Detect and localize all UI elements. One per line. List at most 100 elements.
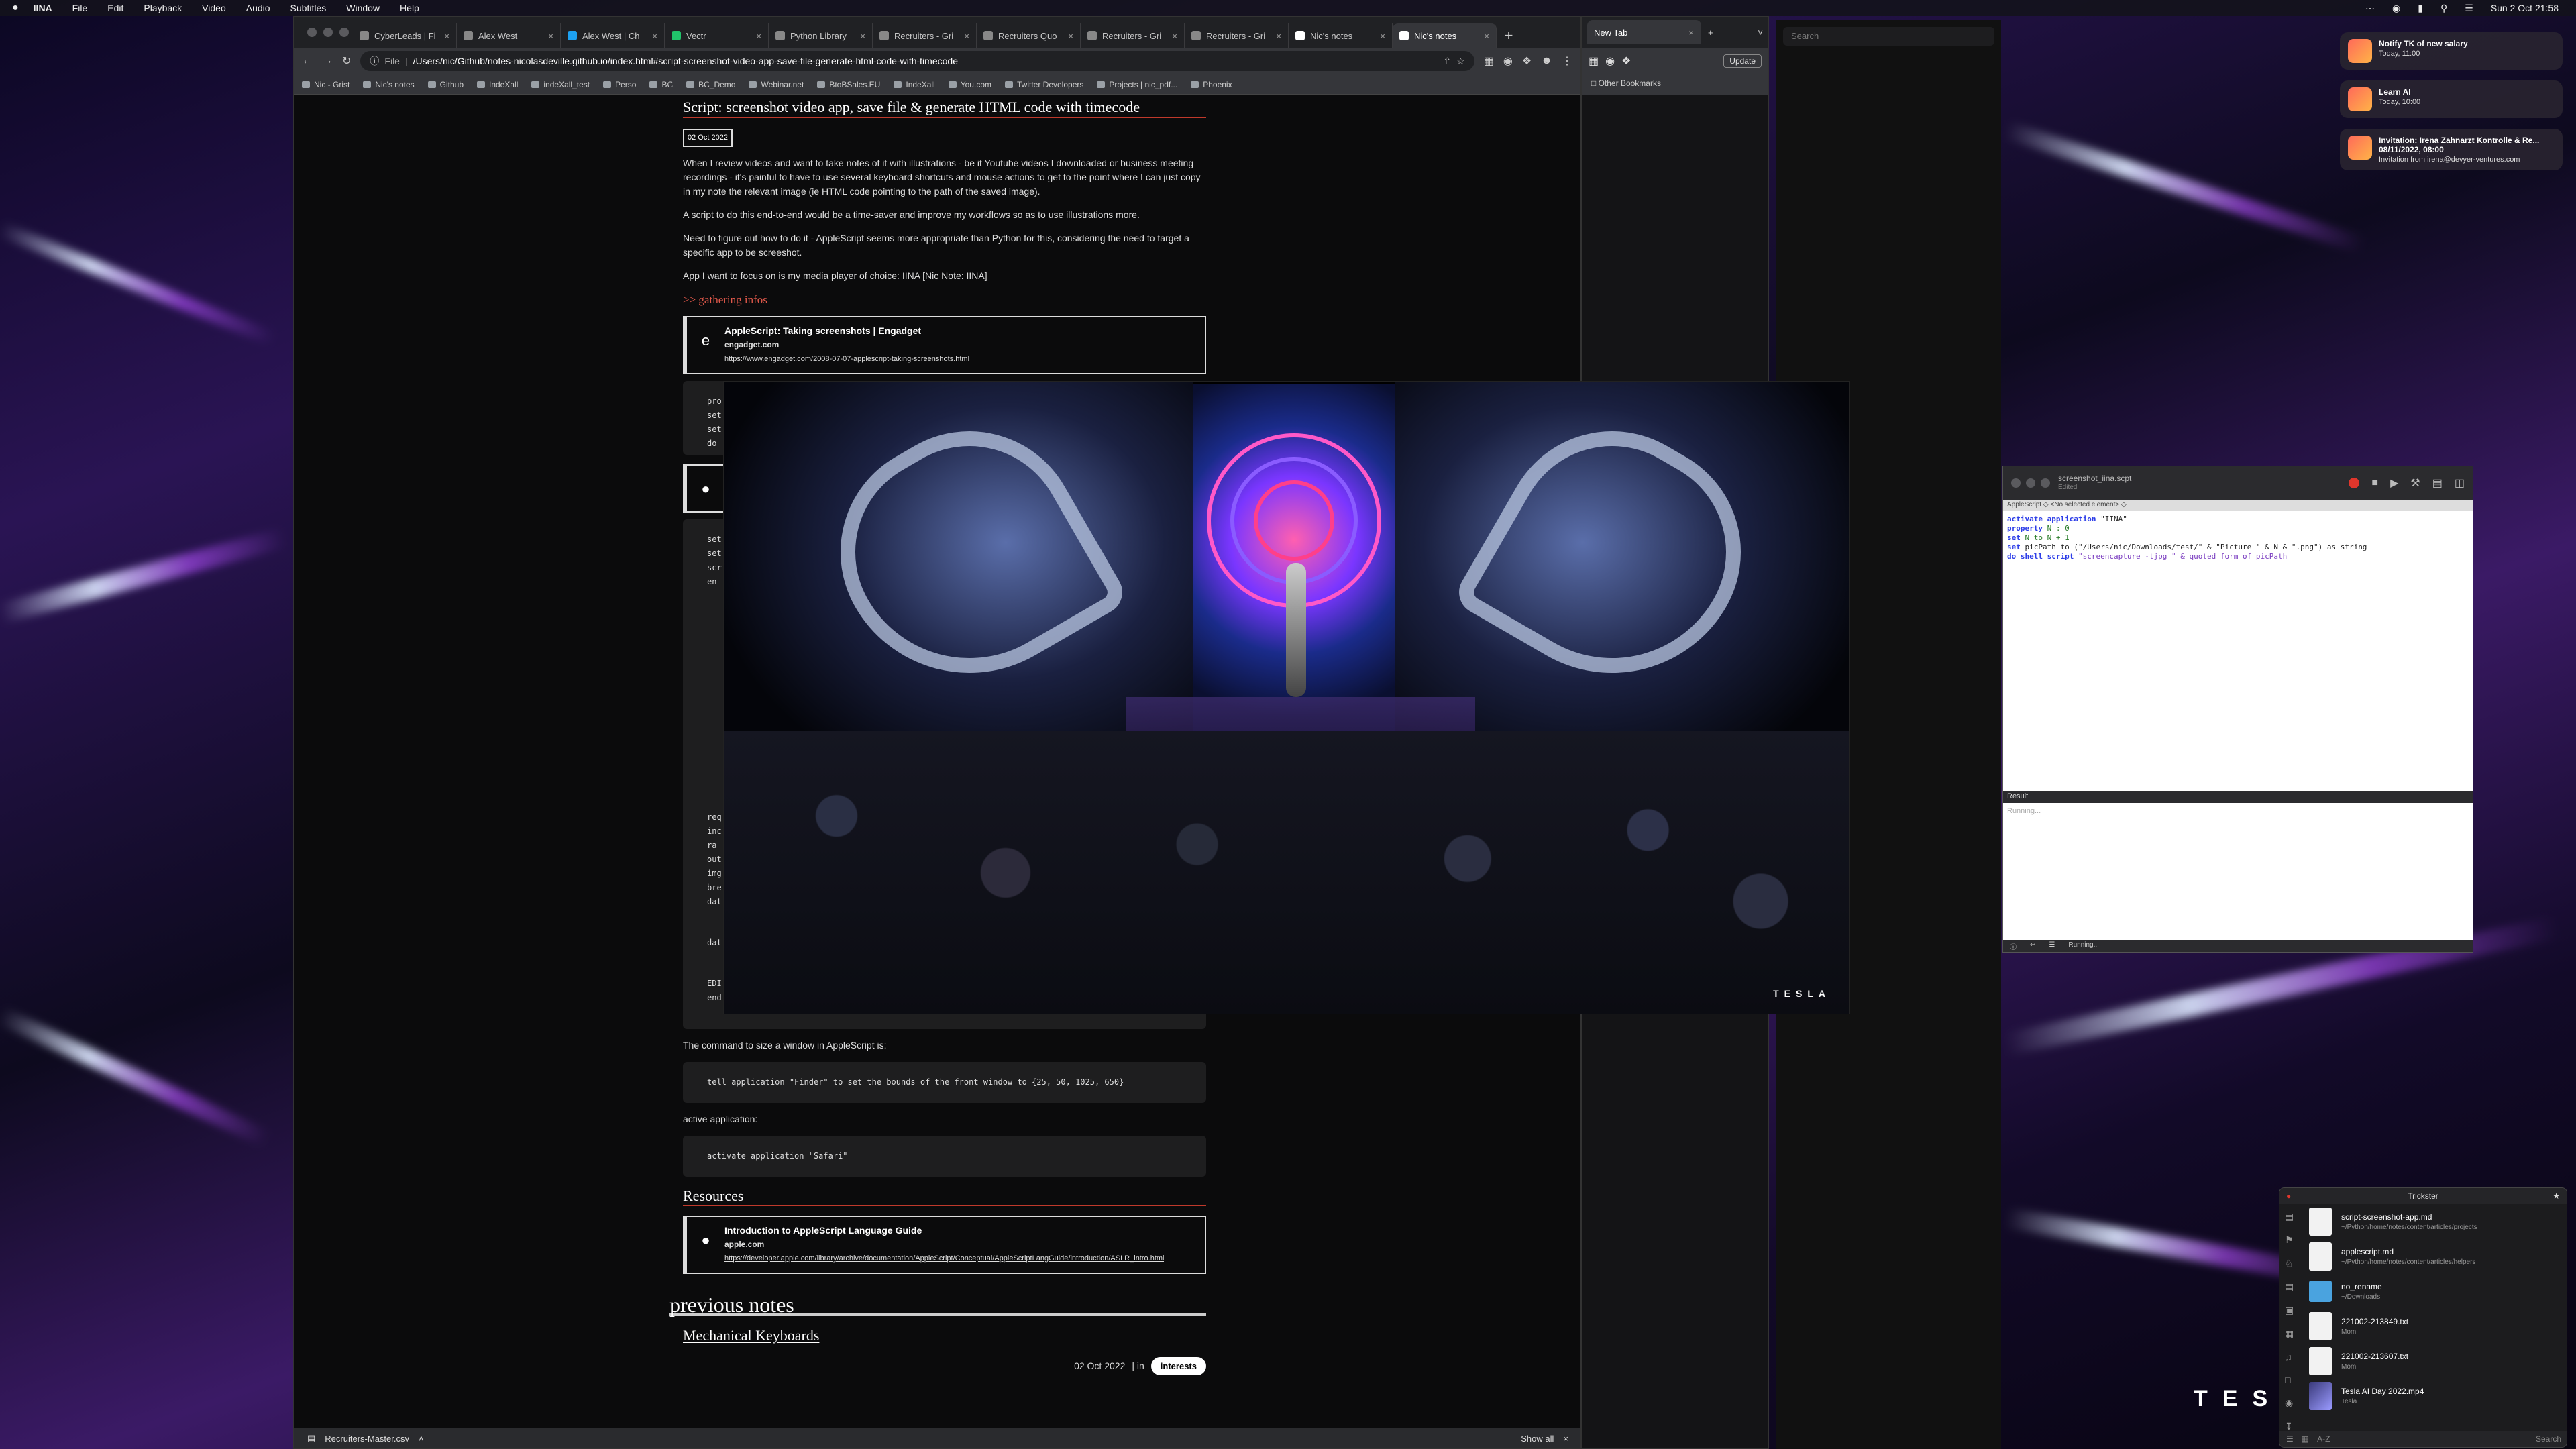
close-tab-icon[interactable]: ×: [1172, 31, 1177, 41]
bookmark-item[interactable]: IndeXall: [477, 80, 518, 89]
flag-icon[interactable]: ⚑: [2285, 1234, 2297, 1246]
close-tab-icon[interactable]: ×: [1276, 31, 1281, 41]
document-icon[interactable]: ▤: [2285, 1281, 2297, 1293]
browser-tab[interactable]: Python Library ×: [769, 23, 873, 48]
browser-tab[interactable]: Nic's notes ×: [1289, 23, 1393, 48]
share-icon[interactable]: ⇧: [1443, 56, 1451, 67]
pin-icon[interactable]: ★: [2553, 1191, 2560, 1201]
script-code[interactable]: activate application "IINA" property N :…: [2003, 511, 2473, 791]
card-url[interactable]: https://www.engadget.com/2008-07-07-appl…: [724, 352, 969, 366]
menu-video[interactable]: Video: [192, 3, 236, 13]
bookmark-star-icon[interactable]: ☆: [1456, 56, 1465, 67]
sort-button[interactable]: A-Z: [2317, 1434, 2330, 1444]
extension-icon[interactable]: ▦: [1589, 54, 1599, 68]
panel-toggle-icon[interactable]: ▤: [2432, 476, 2443, 490]
video-player[interactable]: TESLA: [723, 381, 1850, 1014]
browser-tab-active[interactable]: New Tab ×: [1587, 20, 1701, 44]
sidebar-toggle-icon[interactable]: ◫: [2455, 476, 2465, 490]
puzzle-icon[interactable]: ❖: [1522, 54, 1532, 68]
update-button[interactable]: Update: [1723, 54, 1762, 68]
download-item[interactable]: Recruiters-Master.csv: [325, 1434, 409, 1444]
reload-icon[interactable]: ↻: [342, 54, 351, 68]
search-icon[interactable]: ⚲: [2440, 3, 2447, 14]
menu-window[interactable]: Window: [336, 3, 390, 13]
browser-tab[interactable]: CyberLeads | Fi ×: [353, 23, 457, 48]
close-window-button[interactable]: ●: [2286, 1191, 2291, 1201]
list-item[interactable]: 221002-213607.txt Mom: [2302, 1344, 2567, 1379]
notification[interactable]: Learn AI Today, 10:00: [2340, 80, 2563, 118]
chevron-down-icon[interactable]: ˅: [1758, 28, 1763, 38]
close-tab-icon[interactable]: ×: [1484, 31, 1489, 41]
list-item[interactable]: applescript.md ~/Python/home/notes/conten…: [2302, 1239, 2567, 1274]
extension-icon[interactable]: ◉: [1503, 54, 1513, 68]
extension-icon[interactable]: ◉: [1605, 54, 1615, 68]
bookmark-item[interactable]: Twitter Developers: [1005, 80, 1083, 89]
recent-icon[interactable]: ▤: [2285, 1211, 2297, 1222]
close-tab-icon[interactable]: ×: [444, 31, 449, 41]
other-bookmarks[interactable]: □ Other Bookmarks: [1582, 74, 1768, 95]
bookmark-item[interactable]: Webinar.net: [749, 80, 804, 89]
run-button[interactable]: ▶: [2390, 476, 2398, 490]
browser-tab-active[interactable]: Nic's notes ×: [1393, 23, 1497, 48]
bookmark-item[interactable]: BC_Demo: [686, 80, 735, 89]
battery-icon[interactable]: ▮: [2418, 3, 2423, 14]
menu-file[interactable]: File: [62, 3, 98, 13]
stop-button[interactable]: ■: [2371, 477, 2378, 489]
minimize-window-button[interactable]: [323, 28, 333, 37]
close-tab-icon[interactable]: ×: [756, 31, 761, 41]
browser-tab[interactable]: Vectr ×: [665, 23, 769, 48]
wifi-icon[interactable]: ◉: [2392, 3, 2400, 14]
extension-icon[interactable]: ▦: [1484, 54, 1494, 68]
link-card[interactable]: e AppleScript: Taking screenshots | Enga…: [683, 316, 1206, 374]
card-url[interactable]: https://developer.apple.com/library/arch…: [724, 1252, 1164, 1266]
browser-tab[interactable]: Recruiters - Gri ×: [1081, 23, 1185, 48]
profile-icon[interactable]: ☻: [1541, 55, 1552, 67]
folder-icon[interactable]: □: [2285, 1375, 2297, 1385]
bookmark-item[interactable]: indeXall_test: [531, 80, 590, 89]
forward-icon[interactable]: →: [322, 55, 333, 67]
show-all-button[interactable]: Show all: [1521, 1434, 1554, 1444]
notification[interactable]: Notify TK of new salary Today, 11:00: [2340, 32, 2563, 70]
link-card[interactable]: ● Introduction to AppleScript Language G…: [683, 1216, 1206, 1274]
info-icon[interactable]: ⓘ: [370, 54, 379, 68]
menu-subtitles[interactable]: Subtitles: [280, 3, 337, 13]
zoom-window-button[interactable]: [339, 28, 349, 37]
new-tab-button[interactable]: +: [1708, 28, 1713, 38]
close-tab-icon[interactable]: ×: [860, 31, 865, 41]
browser-tab[interactable]: Recruiters - Gri ×: [1185, 23, 1289, 48]
close-tab-icon[interactable]: ×: [652, 31, 657, 41]
list-item[interactable]: 221002-213849.txt Mom: [2302, 1309, 2567, 1344]
kebab-menu-icon[interactable]: ⋮: [1562, 54, 1572, 68]
close-tab-icon[interactable]: ×: [548, 31, 553, 41]
close-tab-icon[interactable]: ×: [1068, 31, 1073, 41]
bookmark-item[interactable]: You.com: [948, 80, 991, 89]
zoom-window-button[interactable]: [2041, 478, 2050, 488]
browser-tab[interactable]: Alex West ×: [457, 23, 561, 48]
notification[interactable]: Invitation: Irena Zahnarzt Kontrolle & R…: [2340, 129, 2563, 170]
list-icon[interactable]: ☰: [2049, 941, 2055, 951]
control-center-icon[interactable]: ☰: [2465, 3, 2473, 14]
view-list-icon[interactable]: ☰: [2286, 1434, 2294, 1444]
bookmark-item[interactable]: Github: [427, 80, 464, 89]
record-button[interactable]: [2349, 478, 2360, 488]
bookmark-item[interactable]: Nic's notes: [363, 80, 415, 89]
film-icon[interactable]: ▦: [2285, 1328, 2297, 1340]
apple-icon[interactable]: ●: [0, 2, 19, 14]
script-target-bar[interactable]: AppleScript ◇ <No selected element> ◇: [2003, 500, 2473, 511]
close-tab-icon[interactable]: ×: [964, 31, 969, 41]
close-window-button[interactable]: [2011, 478, 2021, 488]
new-tab-button[interactable]: +: [1497, 23, 1521, 48]
search-input[interactable]: Search: [1783, 27, 1994, 46]
close-window-button[interactable]: [307, 28, 317, 37]
chevron-up-icon[interactable]: ˄: [419, 1434, 424, 1444]
compile-icon[interactable]: ⚒: [2410, 476, 2420, 490]
bookmark-item[interactable]: Perso: [603, 80, 636, 89]
reply-icon[interactable]: ↩: [2030, 941, 2035, 951]
bookmark-item[interactable]: BC: [649, 80, 673, 89]
bookmark-item[interactable]: Phoenix: [1191, 80, 1232, 89]
view-grid-icon[interactable]: ▦: [2302, 1434, 2309, 1444]
close-icon[interactable]: ×: [1563, 1434, 1568, 1444]
app-icon[interactable]: ♘: [2285, 1258, 2297, 1269]
list-item[interactable]: no_rename ~/Downloads: [2302, 1274, 2567, 1309]
music-icon[interactable]: ♫: [2285, 1352, 2297, 1362]
